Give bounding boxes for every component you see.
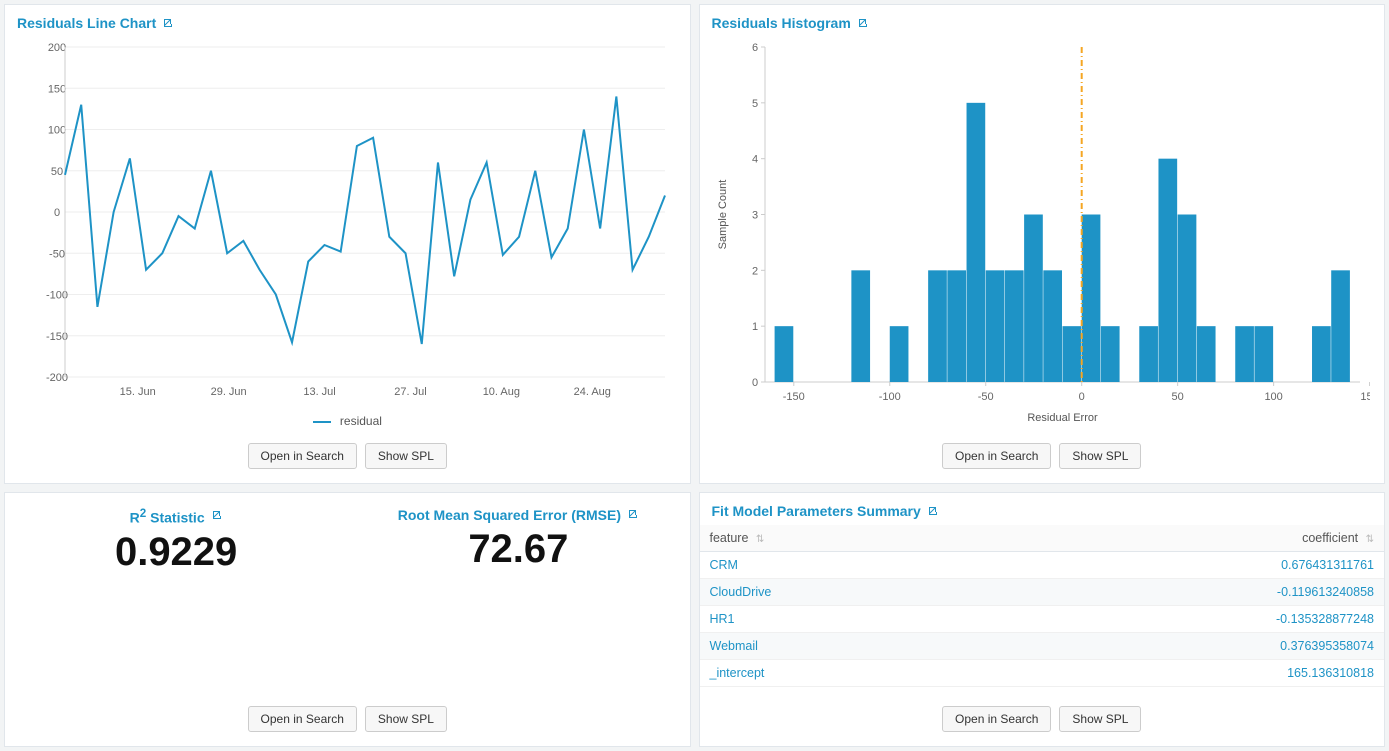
external-link-icon[interactable]: [211, 508, 223, 524]
residuals-line-chart-panel: Residuals Line Chart -200-150-100-500501…: [4, 4, 691, 484]
params-table: feature ⇅ coefficient ⇅ CRM0.67643131176…: [700, 525, 1385, 687]
svg-text:50: 50: [1171, 391, 1183, 403]
panel-title: Residuals Line Chart: [5, 5, 690, 37]
r2-title: R2 Statistic: [130, 507, 223, 526]
residuals-histogram-panel: Residuals Histogram 0 1 2 3 4 5 6 -150 -100 -50 0 5…: [699, 4, 1386, 484]
svg-text:6: 6: [751, 42, 757, 54]
feature-cell: _intercept: [700, 660, 980, 687]
external-link-icon[interactable]: [162, 17, 174, 29]
svg-text:150: 150: [1360, 391, 1370, 403]
svg-text:-100: -100: [878, 391, 900, 403]
show-spl-button[interactable]: Show SPL: [365, 706, 447, 732]
r2-value: 0.9229: [5, 530, 347, 575]
svg-text:Sample Count: Sample Count: [717, 180, 729, 250]
svg-text:29. Jun: 29. Jun: [211, 386, 247, 398]
svg-text:-50: -50: [49, 248, 65, 260]
coefficient-cell: -0.119613240858: [980, 579, 1384, 606]
coefficient-cell: 165.136310818: [980, 660, 1384, 687]
svg-text:100: 100: [48, 125, 66, 137]
svg-text:-50: -50: [977, 391, 993, 403]
legend-swatch: [313, 421, 331, 423]
line-chart-legend: residual: [15, 410, 680, 428]
stats-panel: R2 Statistic 0.9229 Root Mean Squared Er…: [4, 492, 691, 747]
feature-cell: Webmail: [700, 633, 980, 660]
show-spl-button[interactable]: Show SPL: [1059, 706, 1141, 732]
svg-text:0: 0: [54, 207, 60, 219]
show-spl-button[interactable]: Show SPL: [365, 443, 447, 469]
panel-footer: Open in Search Show SPL: [5, 696, 690, 746]
sort-icon: ⇅: [1366, 534, 1374, 545]
fit-model-parameters-panel: Fit Model Parameters Summary feature ⇅ c…: [699, 492, 1386, 747]
open-in-search-button[interactable]: Open in Search: [942, 706, 1051, 732]
external-link-icon[interactable]: [857, 17, 869, 29]
coefficient-cell: 0.376395358074: [980, 633, 1384, 660]
histogram-body: 0 1 2 3 4 5 6 -150 -100 -50 0 50 100 150 Residual Erro…: [700, 37, 1385, 433]
svg-text:0: 0: [1078, 391, 1084, 403]
svg-text:100: 100: [1264, 391, 1282, 403]
panel-title: Fit Model Parameters Summary: [700, 493, 1385, 525]
feature-cell: CloudDrive: [700, 579, 980, 606]
svg-text:-150: -150: [782, 391, 804, 403]
panel-title: Residuals Histogram: [700, 5, 1385, 37]
external-link-icon[interactable]: [627, 507, 639, 523]
feature-cell: CRM: [700, 552, 980, 579]
open-in-search-button[interactable]: Open in Search: [248, 443, 357, 469]
svg-text:3: 3: [751, 210, 757, 222]
open-in-search-button[interactable]: Open in Search: [942, 443, 1051, 469]
panel-title-text: Fit Model Parameters Summary: [712, 503, 921, 519]
panel-title-text: Residuals Histogram: [712, 15, 851, 31]
rmse-value: 72.67: [347, 527, 689, 572]
line-chart-body: -200-150-100-5005010015020015. Jun29. Ju…: [5, 37, 690, 433]
svg-text:0: 0: [751, 377, 757, 389]
table-row[interactable]: _intercept165.136310818: [700, 660, 1385, 687]
panel-title-text: Residuals Line Chart: [17, 15, 156, 31]
svg-text:10. Aug: 10. Aug: [483, 386, 520, 398]
residuals-line-chart: -200-150-100-5005010015020015. Jun29. Ju…: [15, 37, 675, 407]
r2-title-text: R2 Statistic: [130, 507, 205, 526]
col-coefficient-label: coefficient: [1302, 531, 1358, 545]
rmse-block: Root Mean Squared Error (RMSE) 72.67: [347, 503, 689, 575]
svg-text:4: 4: [751, 154, 757, 166]
svg-text:50: 50: [51, 166, 63, 178]
table-row[interactable]: CloudDrive-0.119613240858: [700, 579, 1385, 606]
r2-block: R2 Statistic 0.9229: [5, 503, 347, 575]
external-link-icon[interactable]: [927, 505, 939, 517]
col-feature-header[interactable]: feature ⇅: [700, 525, 980, 552]
coefficient-cell: -0.135328877248: [980, 606, 1384, 633]
sort-icon: ⇅: [756, 534, 764, 545]
svg-text:27. Jul: 27. Jul: [394, 386, 426, 398]
col-coefficient-header[interactable]: coefficient ⇅: [980, 525, 1384, 552]
svg-text:5: 5: [751, 98, 757, 110]
svg-text:2: 2: [751, 265, 757, 277]
show-spl-button[interactable]: Show SPL: [1059, 443, 1141, 469]
legend-label: residual: [340, 414, 382, 428]
table-row[interactable]: Webmail0.376395358074: [700, 633, 1385, 660]
coefficient-cell: 0.676431311761: [980, 552, 1384, 579]
table-row[interactable]: CRM0.676431311761: [700, 552, 1385, 579]
svg-text:150: 150: [48, 83, 66, 95]
svg-text:15. Jun: 15. Jun: [120, 386, 156, 398]
svg-text:200: 200: [48, 42, 66, 54]
feature-cell: HR1: [700, 606, 980, 633]
table-row[interactable]: HR1-0.135328877248: [700, 606, 1385, 633]
rmse-title-text: Root Mean Squared Error (RMSE): [398, 507, 621, 523]
rmse-title: Root Mean Squared Error (RMSE): [398, 507, 639, 523]
svg-text:Residual Error: Residual Error: [1027, 412, 1098, 424]
panel-footer: Open in Search Show SPL: [5, 433, 690, 483]
svg-text:13. Jul: 13. Jul: [303, 386, 335, 398]
svg-text:1: 1: [751, 321, 757, 333]
col-feature-label: feature: [710, 531, 749, 545]
panel-footer: Open in Search Show SPL: [700, 696, 1385, 746]
svg-text:24. Aug: 24. Aug: [574, 386, 611, 398]
residuals-histogram-chart: 0 1 2 3 4 5 6 -150 -100 -50 0 50 100 150 Residual Erro…: [710, 37, 1370, 427]
open-in-search-button[interactable]: Open in Search: [248, 706, 357, 732]
panel-footer: Open in Search Show SPL: [700, 433, 1385, 483]
